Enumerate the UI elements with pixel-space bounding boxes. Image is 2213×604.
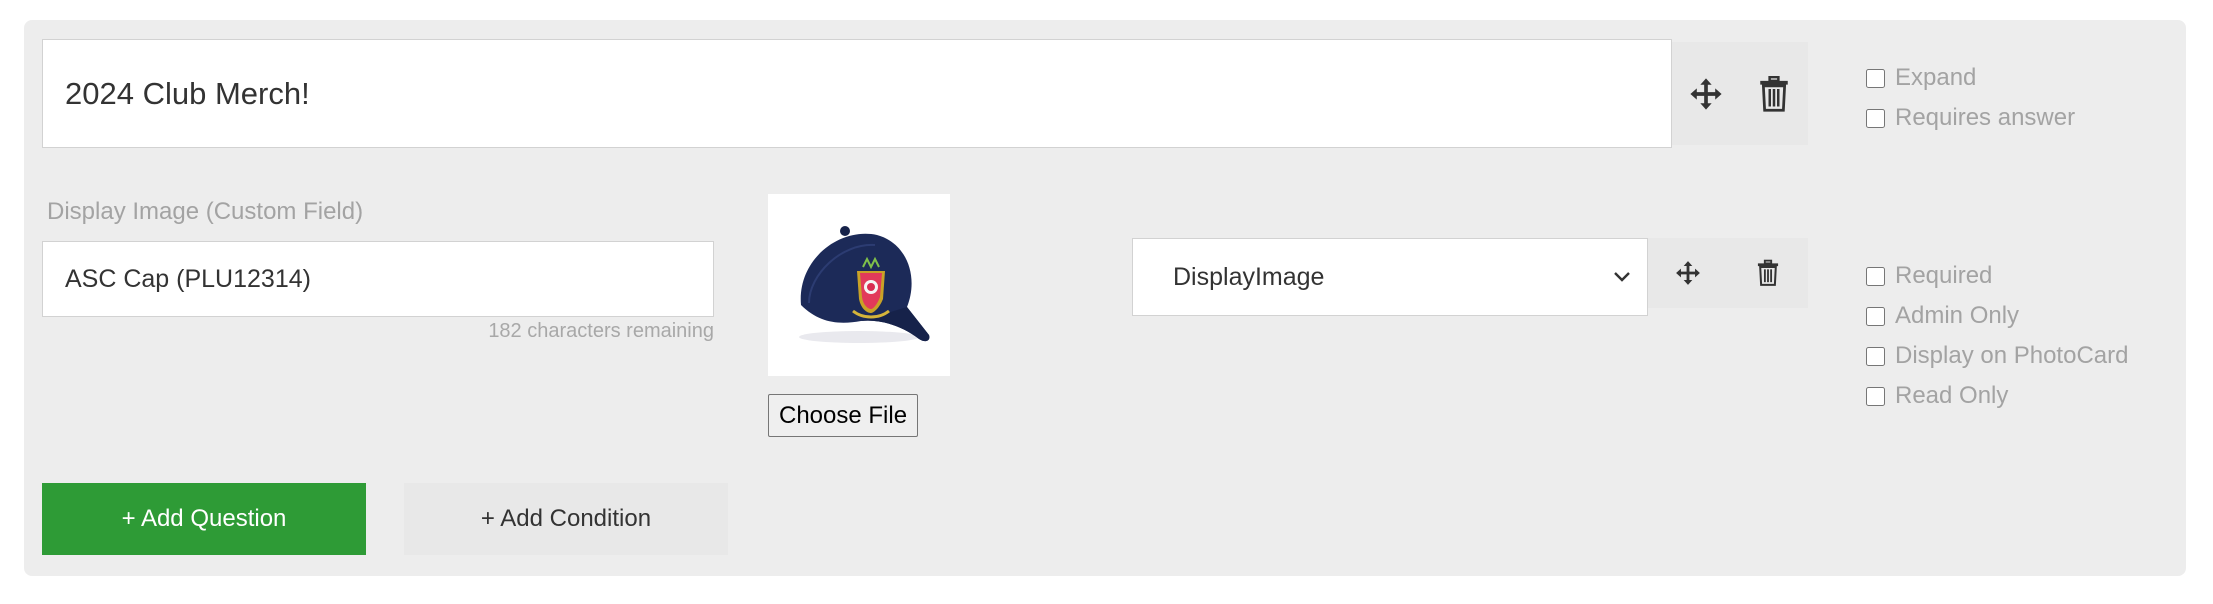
question-title-input[interactable] — [42, 39, 1672, 148]
field-delete-button[interactable] — [1728, 238, 1808, 308]
display-on-photocard-checkbox[interactable] — [1866, 346, 1885, 366]
option-required[interactable]: Required — [1866, 256, 2128, 296]
field-type-select[interactable]: DisplayImage — [1132, 238, 1648, 316]
display-on-photocard-label: Display on PhotoCard — [1895, 342, 2129, 369]
choose-file-button[interactable]: Choose File — [768, 394, 919, 437]
move-icon — [1676, 261, 1700, 285]
question-tools — [1672, 42, 1808, 145]
expand-checkbox[interactable] — [1866, 68, 1885, 88]
read-only-checkbox[interactable] — [1866, 386, 1885, 406]
expand-label: Expand — [1895, 64, 1977, 91]
display-image-preview — [768, 194, 950, 376]
characters-remaining: 182 characters remaining — [488, 320, 714, 342]
admin-only-label: Admin Only — [1895, 302, 2020, 329]
required-checkbox[interactable] — [1866, 266, 1885, 286]
field-options: Required Admin Only Display on PhotoCard… — [1866, 256, 2128, 416]
option-expand[interactable]: Expand — [1866, 58, 2075, 98]
question-options: Expand Requires answer — [1866, 58, 2075, 138]
option-requires-answer[interactable]: Requires answer — [1866, 98, 2075, 138]
move-icon — [1690, 77, 1722, 110]
add-question-button[interactable]: + Add Question — [42, 483, 366, 555]
question-delete-button[interactable] — [1740, 42, 1808, 145]
admin-only-checkbox[interactable] — [1866, 306, 1885, 326]
chevron-down-icon — [1614, 272, 1630, 282]
question-panel: Expand Requires answer Display Image (Cu… — [24, 20, 2186, 576]
field-move-button[interactable] — [1648, 238, 1728, 308]
option-read-only[interactable]: Read Only — [1866, 376, 2128, 416]
requires-answer-checkbox[interactable] — [1866, 108, 1885, 128]
question-move-button[interactable] — [1672, 42, 1740, 145]
trash-icon — [1760, 75, 1788, 112]
field-tools — [1648, 238, 1808, 308]
field-value-input[interactable] — [42, 241, 714, 317]
trash-icon — [1757, 259, 1779, 286]
requires-answer-label: Requires answer — [1895, 104, 2076, 131]
field-type-selected: DisplayImage — [1173, 262, 1325, 291]
option-admin-only[interactable]: Admin Only — [1866, 296, 2128, 336]
cap-image — [799, 226, 930, 343]
add-condition-button[interactable]: + Add Condition — [404, 483, 728, 555]
option-display-on-photocard[interactable]: Display on PhotoCard — [1866, 336, 2128, 376]
read-only-label: Read Only — [1895, 382, 2009, 409]
field-label: Display Image (Custom Field) — [47, 198, 364, 225]
required-label: Required — [1895, 262, 1993, 289]
